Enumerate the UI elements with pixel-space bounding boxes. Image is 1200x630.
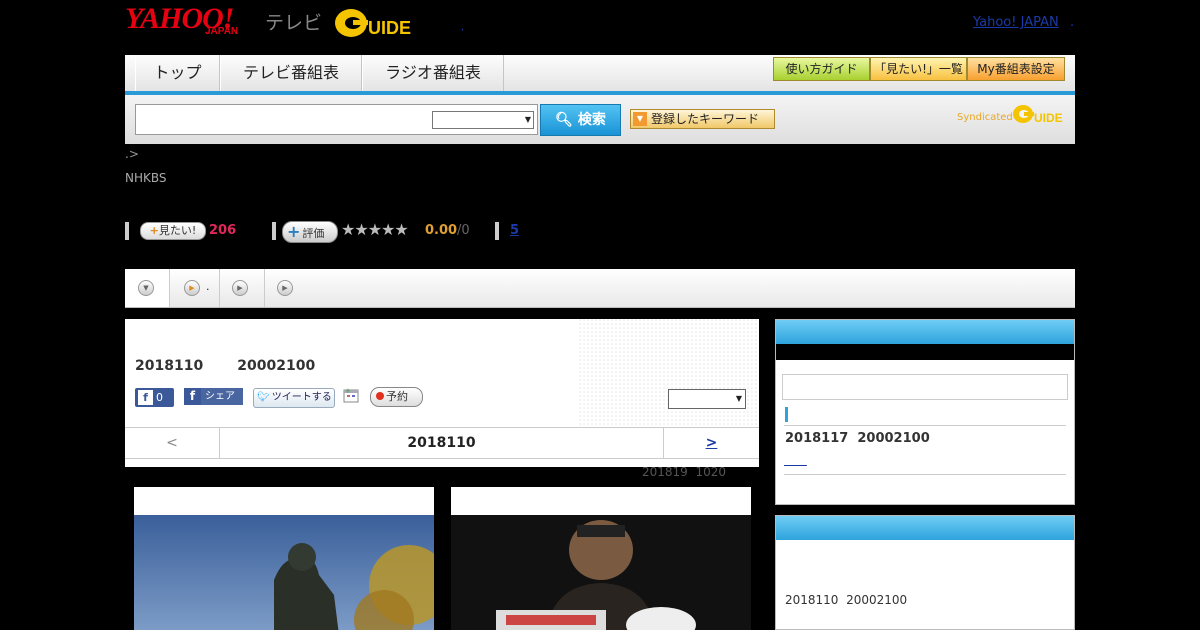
mitai-label: 見たい!	[158, 224, 197, 237]
related-panel: 2018110 20002100	[775, 515, 1075, 630]
program-select[interactable]: ▼	[668, 389, 746, 409]
prev-date-button[interactable]: <	[125, 428, 220, 458]
gguide-logo[interactable]: UIDE	[334, 6, 432, 40]
rate-button[interactable]: + 評価	[282, 221, 338, 243]
mitai-list-button[interactable]: 「見たい!」一覧	[870, 57, 967, 81]
svg-text:+: +	[345, 387, 351, 395]
divider	[784, 474, 1066, 475]
header-dot[interactable]: .	[1070, 15, 1074, 30]
chevron-down-icon: ▼	[735, 394, 742, 403]
search-genre-select[interactable]: ▼	[432, 111, 534, 129]
search-icon: 🔍︎	[555, 112, 573, 128]
guide-button[interactable]: 使い方ガイド	[773, 57, 870, 81]
registered-keyword-label: 登録したキーワード	[651, 112, 760, 126]
program-image-card[interactable]	[134, 487, 434, 630]
divider	[272, 222, 276, 240]
next-date-button[interactable]: >	[663, 428, 759, 458]
main-nav: トップ テレビ番組表 ラジオ番組表 使い方ガイド 「見たい!」一覧 My番組表設…	[125, 55, 1075, 95]
play-icon: ▶	[232, 280, 248, 296]
chevron-down-icon: ▼	[138, 280, 154, 296]
play-icon: ▶	[184, 280, 200, 296]
nav-tab-top[interactable]: トップ	[135, 55, 220, 91]
triangle-down-icon: ▼	[633, 112, 647, 126]
nav-tab-radio-schedule[interactable]: ラジオ番組表	[362, 55, 504, 91]
chevron-down-icon: ▼	[524, 115, 531, 124]
facebook-like-count: 0	[156, 391, 163, 404]
panel-subheader	[776, 344, 1074, 360]
current-date: 2018110	[407, 435, 476, 451]
header-dot-link[interactable]: ,	[461, 22, 464, 33]
panel-header	[776, 516, 1074, 540]
more-link[interactable]	[784, 453, 807, 467]
update-timestamp: 201819 1020	[642, 465, 726, 479]
mitai-count: 206	[209, 223, 237, 238]
calendar-add-icon[interactable]: +	[343, 387, 359, 403]
broadcast-info-panel: 2018117 20002100	[775, 319, 1075, 505]
program-image-card[interactable]	[451, 487, 751, 630]
registered-keyword-button[interactable]: ▼ 登録したキーワード	[630, 109, 775, 129]
nav-tab-tv-schedule[interactable]: テレビ番組表	[220, 55, 362, 91]
plus-icon: +	[149, 224, 159, 237]
my-schedule-button[interactable]: My番組表設定	[967, 57, 1065, 81]
facebook-icon: f	[138, 390, 153, 405]
gguide-small-logo-icon: UIDE	[1013, 105, 1063, 125]
tab-reviews[interactable]: ▶	[265, 269, 309, 307]
tv-logo-text[interactable]: テレビ	[265, 8, 322, 35]
next-broadcast-time: 2018117 20002100	[785, 431, 930, 446]
facebook-icon: f	[184, 388, 201, 405]
review-count-link[interactable]: 5	[510, 223, 519, 238]
plus-icon: +	[287, 222, 301, 241]
related-broadcast-time: 2018110 20002100	[785, 593, 908, 607]
svg-text:UIDE: UIDE	[1034, 111, 1063, 125]
tweet-label: ツイートする	[271, 392, 332, 403]
program-datetime: 2018110 20002100	[135, 358, 316, 374]
svg-text:UIDE: UIDE	[368, 18, 411, 38]
record-reservation-label: 予約	[386, 390, 408, 403]
rating-score: 0.00	[425, 223, 458, 238]
syndicated-label: Syndicated	[957, 112, 1013, 123]
yahoo-japan-link[interactable]: Yahoo! JAPAN	[973, 15, 1059, 30]
search-button[interactable]: 🔍︎ 検索	[540, 104, 621, 136]
divider	[495, 222, 499, 240]
tweet-button[interactable]: 🐦︎ ツイートする	[253, 388, 335, 408]
star-rating-icon: ★★★★★	[341, 220, 409, 239]
rating-count: /0	[457, 223, 470, 238]
mitai-button[interactable]: +見たい!	[140, 222, 206, 240]
facebook-share-label: シェア	[205, 391, 235, 402]
tab-label: .	[206, 280, 210, 293]
search-button-label: 検索	[577, 112, 606, 128]
divider	[784, 425, 1066, 426]
tab-program-info[interactable]: ▼	[125, 269, 170, 307]
tab-related[interactable]: ▶	[220, 269, 265, 307]
record-icon	[376, 392, 384, 400]
rate-label: 評価	[302, 227, 325, 240]
actor-photo	[451, 515, 751, 630]
dotted-pattern-decoration	[579, 319, 759, 429]
program-tabs: ▼ ▶ . ▶ ▶	[125, 269, 1075, 308]
statue-photo	[134, 515, 434, 630]
twitter-bird-icon: 🐦︎	[257, 392, 270, 403]
syndicated-gguide-logo: UIDE	[1012, 103, 1068, 125]
panel-header	[776, 320, 1074, 344]
channel-name: NHKBS	[125, 171, 167, 185]
yahoo-japan-logo-text: JAPAN	[205, 26, 239, 37]
play-icon: ▶	[277, 280, 293, 296]
divider	[125, 222, 129, 240]
gguide-logo-icon: UIDE	[335, 9, 411, 38]
tab-cast[interactable]: ▶ .	[170, 269, 220, 307]
date-navigation: < 2018110 >	[125, 427, 759, 459]
record-reservation-button[interactable]: 予約	[370, 387, 423, 407]
facebook-like-button[interactable]: f0	[135, 388, 174, 407]
sidebar-input[interactable]	[782, 374, 1068, 400]
facebook-share-button[interactable]: f シェア	[184, 388, 243, 405]
section-marker	[785, 407, 788, 422]
breadcrumb[interactable]: .>	[125, 147, 139, 161]
